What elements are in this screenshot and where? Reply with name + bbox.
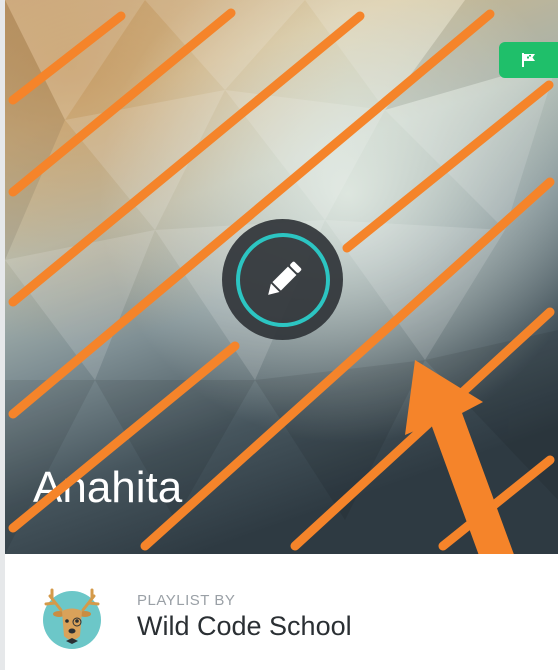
deer-avatar[interactable] <box>40 586 104 650</box>
flag-icon <box>521 53 535 67</box>
edit-cover-button[interactable] <box>222 219 343 340</box>
pencil-icon <box>267 261 301 295</box>
owner-name[interactable]: Wild Code School <box>137 611 352 642</box>
playlist-owner-section: PLAYLIST BY Wild Code School <box>5 554 558 670</box>
edit-ring <box>235 232 330 327</box>
playlist-title: Anahita <box>33 463 183 512</box>
playlist-card[interactable]: Anahita PLAYLIST BY Wild Code School <box>5 0 558 670</box>
playlist-cover[interactable]: Anahita <box>5 0 558 554</box>
flag-badge[interactable] <box>499 42 558 78</box>
owner-caption: PLAYLIST BY <box>137 592 236 609</box>
